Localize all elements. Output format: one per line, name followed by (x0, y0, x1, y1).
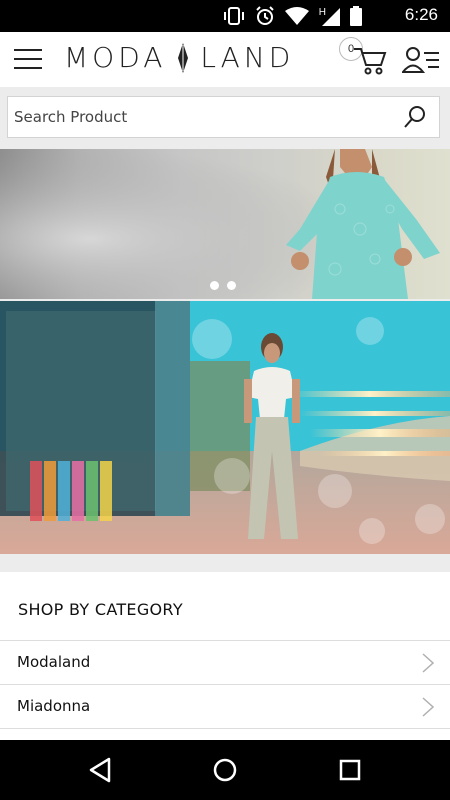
home-icon[interactable] (210, 755, 240, 785)
logo-mark-icon (178, 42, 189, 73)
category-row-modaland[interactable]: Modaland (0, 640, 450, 685)
menu-button[interactable] (14, 47, 44, 71)
signal-h-icon: H (319, 7, 340, 26)
account-list-icon (400, 47, 439, 73)
wifi-icon (284, 7, 309, 25)
chevron-right-icon (422, 697, 434, 717)
promo-banner-image (0, 301, 450, 554)
search-bar (0, 87, 450, 149)
battery-icon (350, 6, 362, 26)
status-bar: H 6:26 (0, 0, 450, 32)
category-row-miadonna[interactable]: Miadonna (0, 684, 450, 729)
cart-button[interactable]: 0 (339, 35, 389, 81)
hero-banner-image (0, 149, 450, 299)
category-section: SHOP BY CATEGORY Modaland Miadonna (0, 572, 450, 740)
search-box (7, 96, 440, 138)
section-divider (0, 554, 450, 572)
logo-text-left: MODA (64, 41, 167, 74)
status-time: 6:26 (404, 5, 438, 24)
logo-text-right: LAND (200, 41, 295, 74)
search-input[interactable] (14, 97, 394, 137)
hero-carousel[interactable] (0, 149, 450, 299)
account-button[interactable] (400, 45, 440, 75)
recents-icon[interactable] (335, 755, 365, 785)
status-icons: H (223, 6, 362, 26)
back-icon[interactable] (85, 755, 115, 785)
app-header: MODA LAND 0 (0, 32, 450, 87)
carousel-dots (210, 281, 236, 290)
vibrate-icon (223, 7, 244, 25)
chevron-right-icon (422, 653, 434, 673)
carousel-dot[interactable] (210, 281, 219, 290)
system-nav-bar (0, 740, 450, 800)
alarm-icon (256, 6, 274, 25)
promo-banner[interactable] (0, 301, 450, 554)
cart-icon (354, 48, 387, 75)
search-icon[interactable] (403, 105, 427, 129)
category-label: Modaland (17, 653, 91, 671)
brand-logo[interactable]: MODA LAND (64, 41, 294, 74)
category-label: Miadonna (17, 697, 91, 715)
category-section-title: SHOP BY CATEGORY (18, 600, 183, 619)
hamburger-icon (14, 49, 42, 69)
carousel-dot[interactable] (227, 281, 236, 290)
